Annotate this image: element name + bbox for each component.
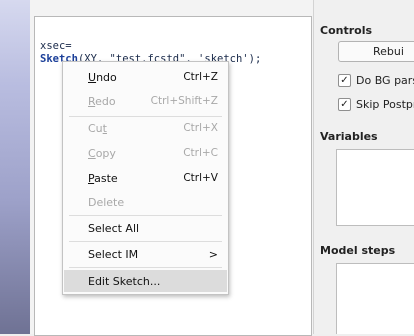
check-icon[interactable]: ✓ xyxy=(338,73,351,87)
menu-item-label: Cut xyxy=(88,121,107,135)
menu-shortcut: Ctrl+C xyxy=(183,147,218,159)
menu-item-copy[interactable]: Copy Ctrl+C xyxy=(64,142,227,164)
context-menu: Undo Ctrl+Z Redo Ctrl+Shift+Z Cut Ctrl+X… xyxy=(62,61,229,295)
skip-postprocess-checkbox-row[interactable]: ✓ Skip Postpr xyxy=(338,96,414,112)
menu-shortcut: Ctrl+Shift+Z xyxy=(150,95,218,107)
menu-item-select-im[interactable]: Select IM > xyxy=(64,243,227,265)
menu-shortcut: Ctrl+V xyxy=(183,172,218,184)
do-bg-parse-checkbox-row[interactable]: ✓ Do BG pars xyxy=(338,72,414,88)
menu-item-label: Edit Sketch... xyxy=(88,274,161,288)
menu-item-paste[interactable]: Paste Ctrl+V xyxy=(64,167,227,189)
side-gradient-strip xyxy=(0,0,30,334)
rebuild-button[interactable]: Rebui xyxy=(338,41,414,62)
menu-item-label: Paste xyxy=(88,171,118,185)
menu-item-cut[interactable]: Cut Ctrl+X xyxy=(64,117,227,139)
menu-separator xyxy=(69,215,222,216)
model-steps-box[interactable] xyxy=(336,263,414,334)
checkbox-label: Do BG pars xyxy=(356,73,414,87)
menu-item-undo[interactable]: Undo Ctrl+Z xyxy=(64,66,227,88)
menu-item-label: Select IM xyxy=(88,247,139,261)
menu-shortcut: Ctrl+X xyxy=(183,122,218,134)
menu-item-label: Delete xyxy=(88,195,125,209)
menu-separator xyxy=(69,267,222,268)
check-icon[interactable]: ✓ xyxy=(338,97,351,111)
menu-shortcut: Ctrl+Z xyxy=(183,71,218,83)
submenu-arrow-icon: > xyxy=(208,247,218,261)
menu-item-redo[interactable]: Redo Ctrl+Shift+Z xyxy=(64,90,227,112)
model-steps-title: Model steps xyxy=(320,244,396,257)
menu-item-select-all[interactable]: Select All xyxy=(64,217,227,239)
menu-separator xyxy=(69,241,222,242)
menu-item-label: Redo xyxy=(88,94,116,108)
menu-item-edit-sketch[interactable]: Edit Sketch... xyxy=(64,270,227,292)
variables-box[interactable] xyxy=(336,149,414,226)
menu-item-label: Select All xyxy=(88,221,140,235)
menu-item-label: Copy xyxy=(88,146,116,160)
variables-title: Variables xyxy=(320,130,378,143)
menu-item-delete[interactable]: Delete xyxy=(64,191,227,213)
right-panel: Controls Rebui ✓ Do BG pars ✓ Skip Postp… xyxy=(313,0,414,334)
code-line: xsec= xyxy=(40,40,72,52)
checkbox-label: Skip Postpr xyxy=(356,97,414,111)
menu-item-label: Undo xyxy=(88,70,117,84)
controls-title: Controls xyxy=(320,24,373,37)
